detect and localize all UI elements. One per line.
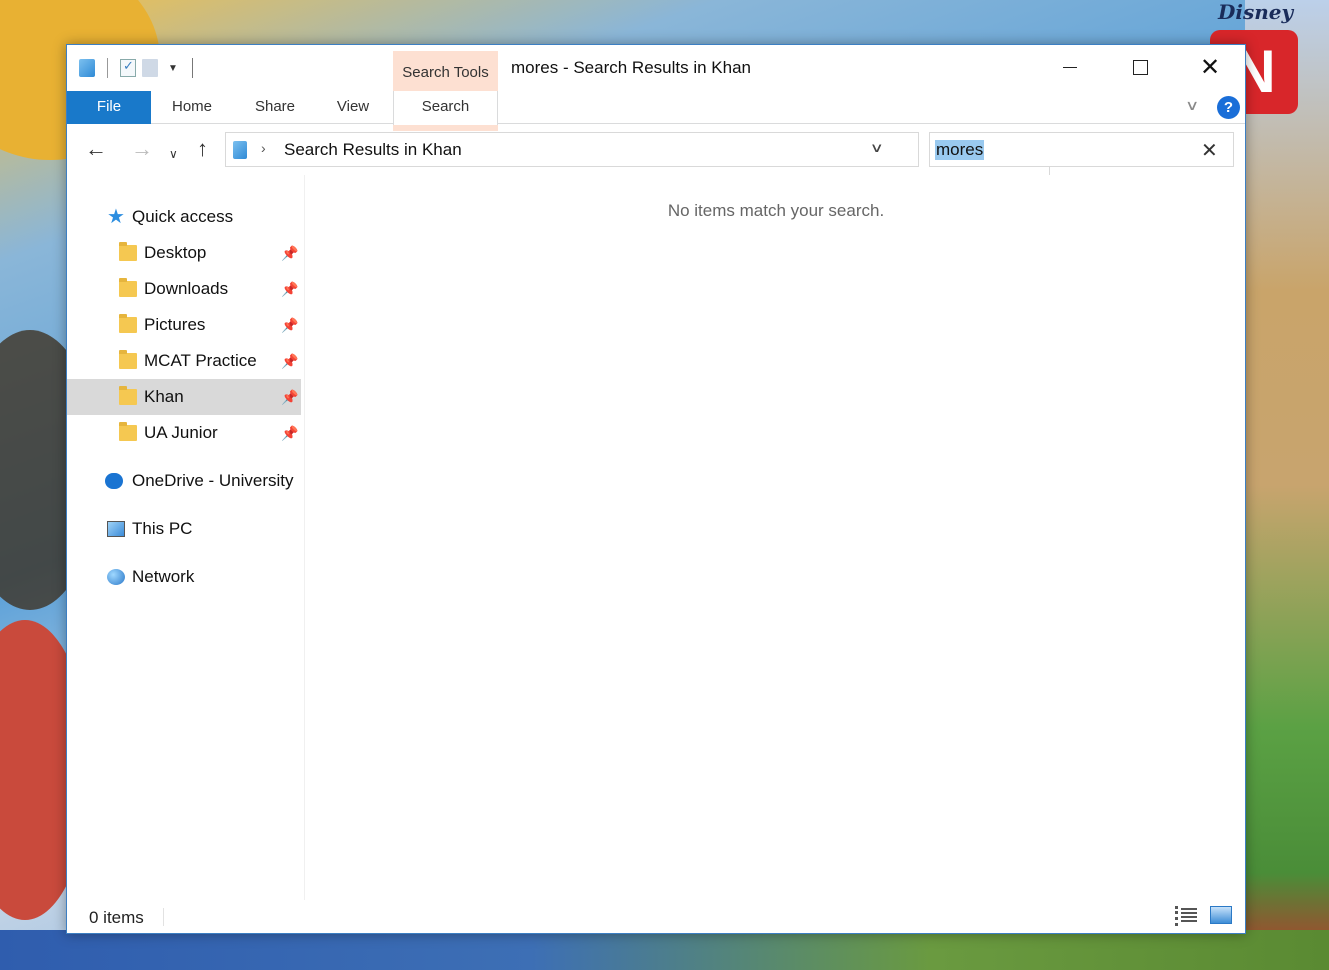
new-folder-icon[interactable] [142, 59, 158, 77]
search-query-text[interactable]: mores [935, 140, 985, 160]
pictures-folder-icon [119, 314, 137, 333]
window-title: mores - Search Results in Khan [511, 58, 751, 77]
explorer-folder-icon[interactable] [79, 59, 95, 77]
address-bar[interactable]: › Search Results in Khan ∨ ↻ [225, 132, 1072, 175]
up-arrow-icon[interactable]: ↑ [197, 138, 208, 160]
navigation-bar: ← → ∨ ↑ › Search Results in Khan ∨ ↻ mor… [67, 125, 1245, 175]
nav-item-label: This PC [132, 519, 193, 538]
empty-results-message: No items match your search. [667, 201, 885, 220]
star-icon: ★ [107, 206, 125, 228]
nav-item-label: Downloads [144, 279, 229, 298]
nav-item-label: Network [132, 567, 195, 586]
nav-item-this-pc[interactable]: This PC [67, 511, 303, 547]
nav-item-desktop[interactable]: Desktop 📌 [67, 235, 303, 271]
title-bar: ▼ Search Tools mores - Search Results in… [67, 45, 1245, 131]
close-button[interactable]: ✕ [1175, 45, 1245, 89]
folder-icon [119, 350, 137, 369]
pin-icon[interactable]: 📌 [281, 425, 298, 442]
breadcrumb-chevron-icon[interactable]: › [261, 140, 266, 156]
minimize-icon [1063, 66, 1077, 68]
nav-item-label: Desktop [144, 243, 207, 262]
tab-view[interactable]: View [325, 91, 381, 124]
nav-item-pictures[interactable]: Pictures 📌 [67, 307, 303, 343]
close-icon: ✕ [1199, 53, 1221, 81]
expand-ribbon-chevron-icon[interactable]: ∨ [1185, 97, 1199, 114]
tab-search[interactable]: Search [393, 91, 498, 125]
clear-search-icon[interactable]: ✕ [1201, 138, 1218, 163]
nav-item-ua-junior[interactable]: UA Junior 📌 [67, 415, 303, 451]
toolbar-divider [191, 58, 193, 78]
pane-divider[interactable] [304, 175, 305, 900]
wallpaper-right [1245, 0, 1329, 970]
nav-item-onedrive[interactable]: OneDrive - University [67, 463, 303, 499]
nav-item-mcat-practice[interactable]: MCAT Practice 📌 [67, 343, 303, 379]
wallpaper-bottom [0, 930, 1329, 970]
search-tools-label: Search Tools [402, 64, 489, 81]
status-divider [163, 908, 164, 926]
back-arrow-icon[interactable]: ← [85, 138, 107, 160]
address-dropdown-chevron-icon[interactable]: ∨ [870, 140, 884, 156]
minimize-button[interactable] [1035, 45, 1105, 89]
network-icon [107, 569, 125, 585]
ribbon-tabs: File Home Share View Search ∨ ? [67, 91, 1245, 125]
search-input[interactable]: mores ✕ [929, 132, 1234, 167]
tab-share[interactable]: Share [245, 91, 305, 124]
tab-home[interactable]: Home [162, 91, 222, 124]
help-icon[interactable]: ? [1217, 96, 1240, 119]
nav-item-network[interactable]: Network [67, 559, 303, 595]
file-explorer-window: ▼ Search Tools mores - Search Results in… [66, 44, 1246, 934]
pin-icon[interactable]: 📌 [281, 353, 298, 370]
nav-item-label: Khan [144, 387, 184, 406]
properties-icon[interactable] [120, 58, 136, 77]
desktop-folder-icon [119, 242, 137, 261]
maximize-button[interactable] [1105, 45, 1175, 89]
breadcrumb[interactable]: Search Results in Khan [284, 140, 462, 160]
customize-toolbar-dropdown-icon[interactable]: ▼ [168, 63, 178, 74]
folder-icon [119, 422, 137, 441]
onedrive-cloud-icon [105, 473, 123, 489]
tab-file[interactable]: File [67, 91, 151, 124]
quick-access-toolbar: ▼ [79, 57, 193, 79]
nav-item-label: Quick access [132, 207, 234, 226]
details-view-icon[interactable] [1175, 906, 1197, 926]
recent-locations-chevron-icon[interactable]: ∨ [169, 143, 178, 165]
forward-arrow-icon[interactable]: → [131, 138, 153, 160]
toolbar-divider [107, 58, 108, 78]
navigation-pane: ★ Quick access Desktop 📌 Downloads 📌 Pic… [67, 175, 303, 900]
search-results-icon [233, 141, 247, 159]
item-count: 0 items [89, 908, 144, 927]
wallpaper-brand-text: Disney [1218, 0, 1294, 24]
status-bar: 0 items [67, 900, 1245, 934]
pin-icon[interactable]: 📌 [281, 245, 298, 262]
nav-item-downloads[interactable]: Downloads 📌 [67, 271, 303, 307]
maximize-icon [1132, 59, 1148, 75]
downloads-folder-icon [119, 278, 137, 297]
nav-item-label: UA Junior [144, 423, 218, 442]
computer-icon [107, 521, 125, 537]
nav-item-label: MCAT Practice [144, 351, 257, 370]
pin-icon[interactable]: 📌 [281, 317, 298, 334]
nav-item-khan[interactable]: Khan 📌 [67, 379, 301, 415]
nav-item-quick-access[interactable]: ★ Quick access [67, 199, 303, 235]
large-icons-view-icon[interactable] [1210, 906, 1232, 924]
nav-item-label: OneDrive - University [132, 471, 294, 490]
pin-icon[interactable]: 📌 [281, 281, 298, 298]
folder-icon [119, 386, 137, 405]
pin-icon[interactable]: 📌 [281, 389, 298, 406]
nav-item-label: Pictures [144, 315, 206, 334]
